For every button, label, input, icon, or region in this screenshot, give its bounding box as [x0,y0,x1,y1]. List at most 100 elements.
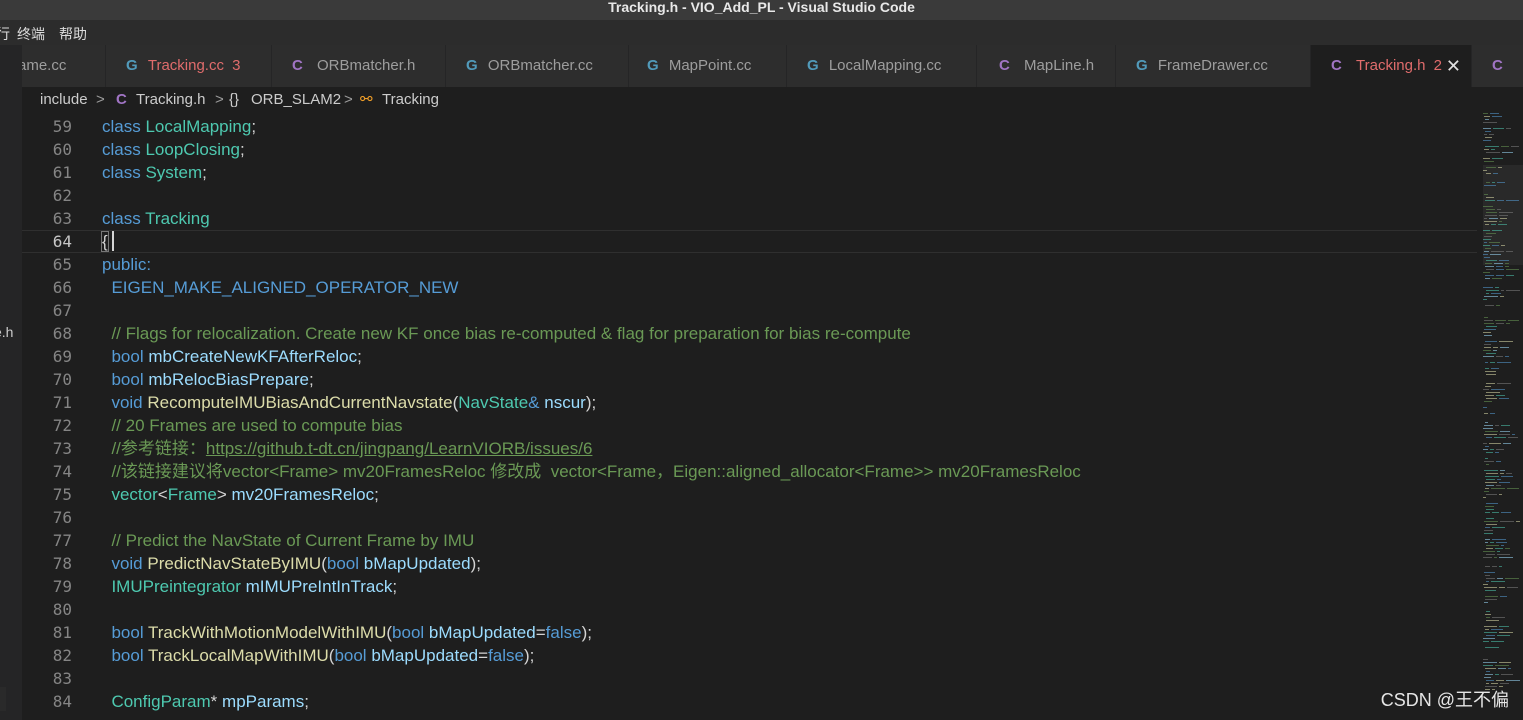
code-line: 75 vector<Frame> mv20FramesReloc; [22,483,1477,506]
minimap-line [1483,245,1490,246]
minimap-line [1484,218,1487,219]
minimap-line [1500,683,1509,684]
tab-label: ORBmatcher.h [317,57,416,74]
minimap-line [1483,140,1491,141]
tab-tracking-cc[interactable]: G Tracking.cc 3 [106,45,272,87]
minimap-line [1486,611,1490,612]
tab-framedrawer-cc[interactable]: G FrameDrawer.cc [1116,45,1311,87]
code-line: 76 [22,506,1477,529]
minimap-line [1486,197,1494,198]
minimap-line [1486,353,1496,354]
minimap[interactable] [1477,113,1523,720]
minimap-line [1492,182,1495,183]
minimap-line [1491,683,1498,684]
line-number: 80 [52,600,72,619]
breadcrumb-class[interactable]: Tracking [382,87,439,113]
minimap-line [1484,587,1497,588]
minimap-line [1485,368,1489,369]
minimap-line [1485,539,1490,540]
tab-orbmatcher-cc[interactable]: G ORBmatcher.cc [446,45,629,87]
breadcrumb-folder[interactable]: include [40,87,88,113]
minimap-line [1486,545,1499,546]
minimap-line [1483,584,1488,585]
code-line: 77 // Predict the NavState of Current Fr… [22,529,1477,552]
sidebar-file-label[interactable]: e.h [0,324,13,340]
tab-mapline-h[interactable]: C MapLine.h [977,45,1116,87]
minimap-line [1506,680,1520,681]
tab-frame-cc[interactable]: ame.cc [22,45,106,87]
minimap-line [1495,665,1509,666]
minimap-line [1485,599,1497,600]
problem-count-badge: 3 [232,57,241,74]
minimap-line [1484,470,1498,471]
minimap-line [1485,431,1498,432]
tab-mappoint-cc[interactable]: G MapPoint.cc [629,45,787,87]
minimap-line [1508,437,1518,438]
minimap-line [1485,362,1488,363]
minimap-line [1502,152,1513,153]
minimap-line [1496,269,1504,270]
code-text: //该链接建议将vector<Frame> mv20FramesReloc 修改… [111,462,1081,481]
code-editor[interactable]: 59 class LocalMapping; 60 class LoopClos… [22,113,1477,720]
minimap-line [1506,473,1512,474]
minimap-line [1485,482,1497,483]
minimap-line [1484,329,1496,330]
menu-item-terminal[interactable]: 终端 [17,24,45,44]
minimap-line [1486,290,1499,291]
line-number: 81 [52,623,72,642]
code-line: 71 void RecomputeIMUBiasAndCurrentNavsta… [22,391,1477,414]
tab-orbmatcher-h[interactable]: C ORBmatcher.h [272,45,446,87]
minimap-line [1483,230,1490,231]
line-number: 61 [52,163,72,182]
minimap-line [1483,158,1490,159]
code-text: bool TrackWithMotionModelWithIMU(bool bM… [111,623,592,642]
minimap-line [1485,629,1489,630]
minimap-line [1507,587,1518,588]
editor-tab-bar: ame.cc G Tracking.cc 3 C ORBmatcher.h G … [22,45,1523,87]
menu-item-run[interactable]: 行 [0,24,10,44]
minimap-line [1492,512,1499,513]
minimap-line [1501,545,1504,546]
minimap-line [1485,506,1494,507]
minimap-line [1490,449,1494,450]
minimap-line [1483,350,1491,351]
minimap-line [1485,458,1488,459]
c-header-file-icon: C [1492,57,1503,74]
comment-link[interactable]: https://github.t-dt.cn/jingpang/LearnVIO… [206,439,593,458]
code-text: EIGEN_MAKE_ALIGNED_OPERATOR_NEW [111,278,459,297]
cpp-file-icon: G [1136,57,1148,74]
tab-overflow[interactable]: C [1472,45,1523,87]
minimap-line [1483,128,1491,129]
minimap-line [1501,476,1513,477]
minimap-line [1494,437,1506,438]
minimap-line [1505,266,1509,267]
minimap-line [1485,215,1497,216]
minimap-line [1486,581,1489,582]
code-text: void PredictNavStateByIMU(bool bMapUpdat… [111,554,481,573]
minimap-line [1501,674,1513,675]
line-number: 60 [52,140,72,159]
breadcrumb-file[interactable]: Tracking.h [136,87,205,113]
minimap-line [1500,218,1507,219]
minimap-line [1486,152,1500,153]
minimap-line [1483,272,1490,273]
minimap-line [1484,677,1491,678]
menu-item-help[interactable]: 帮助 [59,24,87,44]
tab-tracking-h[interactable]: C Tracking.h 2 ✕ [1311,45,1472,87]
minimap-line [1485,137,1492,138]
cpp-file-icon: G [647,57,659,74]
minimap-line [1483,662,1497,663]
line-number: 65 [52,255,72,274]
tab-localmapping-cc[interactable]: G LocalMapping.cc [787,45,977,87]
close-icon[interactable]: ✕ [1446,45,1461,87]
code-line: 63 class Tracking [22,207,1477,230]
code-line: 83 [22,667,1477,690]
minimap-line [1494,263,1503,264]
code-line: 65 public: [22,253,1477,276]
breadcrumb-namespace[interactable]: ORB_SLAM2 [251,87,341,113]
minimap-line [1499,482,1510,483]
minimap-line [1505,263,1509,264]
line-number: 68 [52,324,72,343]
code-text: bool TrackLocalMapWithIMU(bool bMapUpdat… [111,646,535,665]
minimap-line [1483,389,1489,390]
